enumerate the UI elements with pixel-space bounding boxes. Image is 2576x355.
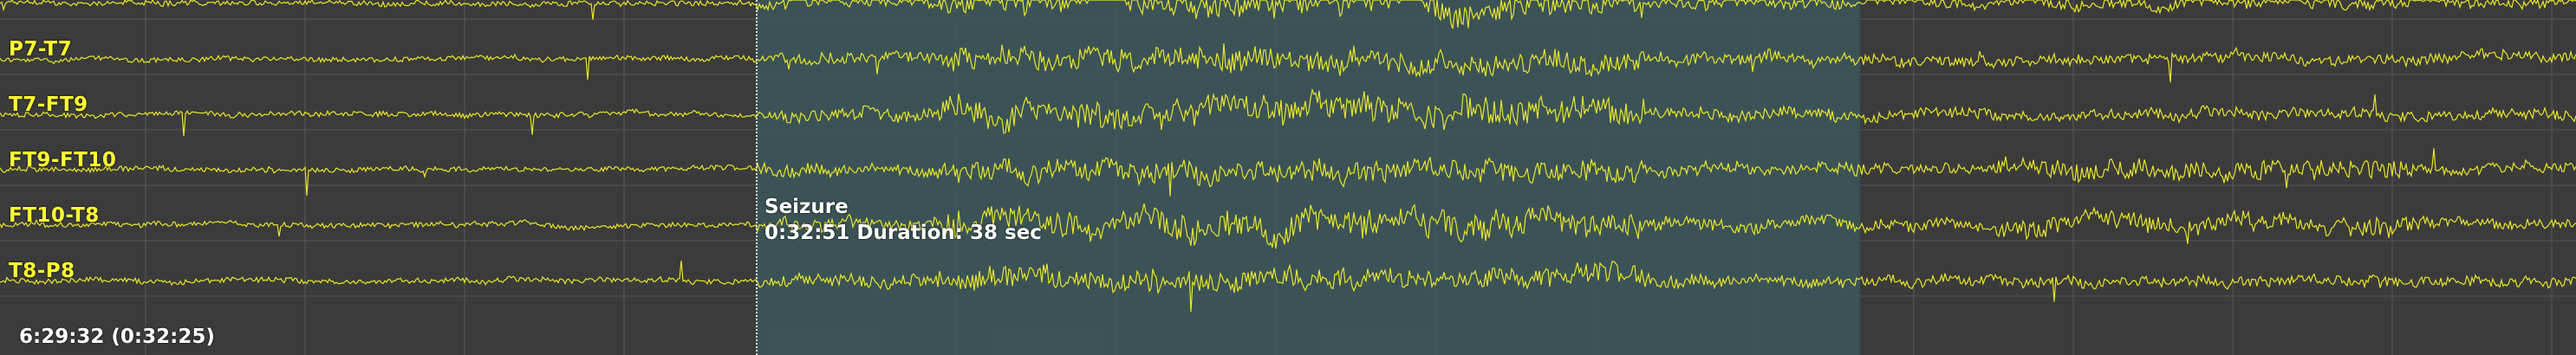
eeg-trace-2 — [0, 148, 2576, 197]
channel-label-t8-p8[interactable]: T8-P8 — [9, 260, 75, 282]
eeg-viewer[interactable]: P7-T7 T7-FT9 FT9-FT10 FT10-T8 T8-P8 Seiz… — [0, 0, 2576, 355]
channel-label-ft10-t8[interactable]: FT10-T8 — [9, 204, 100, 227]
channel-label-p7-t7[interactable]: P7-T7 — [9, 38, 72, 61]
time-readout: 6:29:32 (0:32:25) — [19, 326, 215, 348]
eeg-trace-1 — [0, 87, 2576, 137]
eeg-traces — [0, 0, 2576, 313]
eeg-trace-5 — [0, 0, 2576, 29]
channel-label-ft9-ft10[interactable]: FT9-FT10 — [9, 149, 116, 171]
eeg-trace-3 — [0, 203, 2576, 249]
channel-label-t7-ft9[interactable]: T7-FT9 — [9, 94, 88, 116]
eeg-trace-0 — [0, 43, 2576, 83]
cursor-line[interactable] — [756, 0, 758, 355]
annotation-title: Seizure — [764, 196, 849, 218]
eeg-trace-4 — [0, 260, 2576, 313]
annotation-detail: 0:32:51 Duration: 38 sec — [764, 222, 1042, 244]
